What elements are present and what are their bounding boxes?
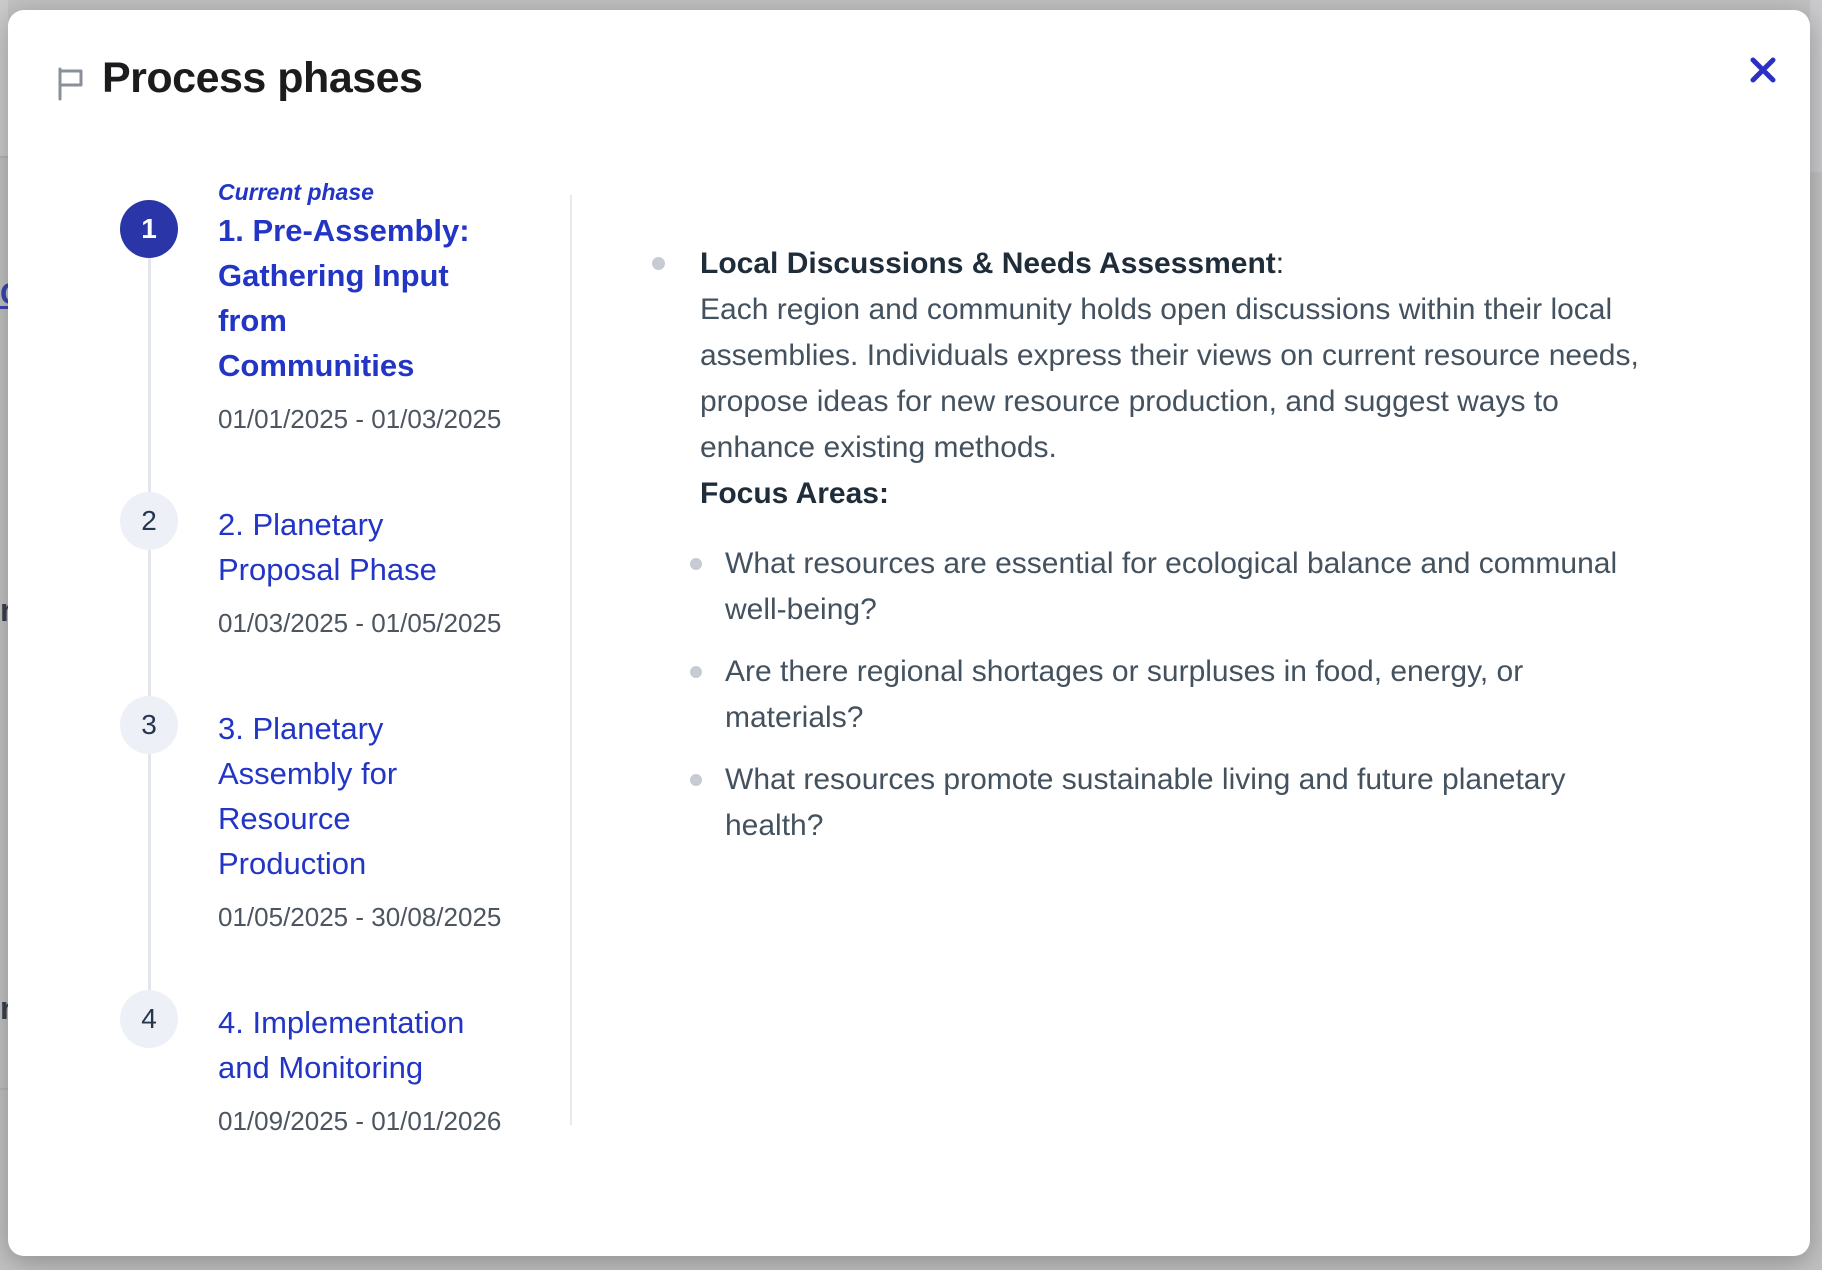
- focus-areas-list: What resources are essential for ecologi…: [652, 541, 1802, 849]
- phase-1-dates: 01/01/2025 - 01/03/2025: [218, 404, 528, 434]
- screen: G n n Process phases 1: [0, 0, 1822, 1270]
- focus-area-text: What resources promote sustainable livin…: [725, 757, 1565, 849]
- phase-number: 1: [141, 213, 157, 245]
- background-text-fragment: n: [0, 990, 8, 1027]
- phase-2-dates: 01/03/2025 - 01/05/2025: [218, 608, 528, 638]
- background-section-band: [0, 0, 8, 156]
- phase-number: 4: [141, 1003, 157, 1035]
- current-phase-label: Current phase: [218, 176, 520, 208]
- timeline-phase-2: 2 2. Planetary Proposal Phase 01/03/2025…: [120, 502, 520, 638]
- bullet-dot: [690, 666, 702, 678]
- close-icon: [1750, 57, 1776, 86]
- timeline-phase-1: 1 Current phase 1. Pre-Assembly: Gatheri…: [120, 176, 520, 434]
- phase-1-title-link[interactable]: 1. Pre-Assembly: Gathering Input from Co…: [218, 208, 498, 388]
- background-section-seam: [0, 156, 8, 158]
- focus-area-item: What resources are essential for ecologi…: [652, 541, 1802, 633]
- focus-area-item: What resources promote sustainable livin…: [652, 757, 1802, 849]
- phase-1-number-badge: 1: [120, 200, 178, 258]
- phase-2-number-badge: 2: [120, 492, 178, 550]
- phase-4-title-link[interactable]: 4. Implementation and Monitoring: [218, 1000, 498, 1090]
- focus-areas-heading: Focus Areas:: [700, 471, 1639, 517]
- phase-3-title-link[interactable]: 3. Planetary Assembly for Resource Produ…: [218, 706, 498, 886]
- flag-icon: [53, 66, 89, 102]
- phase-description: Local Discussions & Needs Assessment: Ea…: [652, 241, 1802, 865]
- bullet-dot: [690, 774, 702, 786]
- phase-3-dates: 01/05/2025 - 30/08/2025: [218, 902, 528, 932]
- focus-area-text: Are there regional shortages or surpluse…: [725, 649, 1523, 741]
- description-paragraph: Each region and community holds open dis…: [700, 287, 1639, 471]
- process-phases-modal: Process phases 1 Current phase 1. Pre-As…: [8, 10, 1810, 1256]
- phase-timeline: 1 Current phase 1. Pre-Assembly: Gatheri…: [120, 176, 520, 1136]
- background-section-band: [1810, 0, 1822, 172]
- vertical-divider: [570, 195, 572, 1125]
- description-heading-colon: :: [1276, 247, 1284, 280]
- description-text: Local Discussions & Needs Assessment: Ea…: [700, 241, 1639, 517]
- description-heading: Local Discussions & Needs Assessment: [700, 247, 1276, 280]
- phase-4-dates: 01/09/2025 - 01/01/2026: [218, 1106, 528, 1136]
- bullet-dot: [690, 558, 702, 570]
- phase-number: 2: [141, 505, 157, 537]
- description-bullet: Local Discussions & Needs Assessment: Ea…: [652, 241, 1802, 517]
- bullet-dot: [652, 257, 665, 270]
- timeline-phase-4: 4 4. Implementation and Monitoring 01/09…: [120, 1000, 520, 1136]
- phase-4-number-badge: 4: [120, 990, 178, 1048]
- modal-title: Process phases: [102, 52, 422, 104]
- background-text-fragment: n: [0, 592, 8, 629]
- focus-area-text: What resources are essential for ecologi…: [725, 541, 1617, 633]
- focus-area-item: Are there regional shortages or surpluse…: [652, 649, 1802, 741]
- timeline-phase-3: 3 3. Planetary Assembly for Resource Pro…: [120, 706, 520, 932]
- close-button[interactable]: [1739, 47, 1787, 95]
- phase-number: 3: [141, 709, 157, 741]
- phase-3-number-badge: 3: [120, 696, 178, 754]
- background-section-seam: [0, 1088, 8, 1090]
- phase-2-title-link[interactable]: 2. Planetary Proposal Phase: [218, 502, 498, 592]
